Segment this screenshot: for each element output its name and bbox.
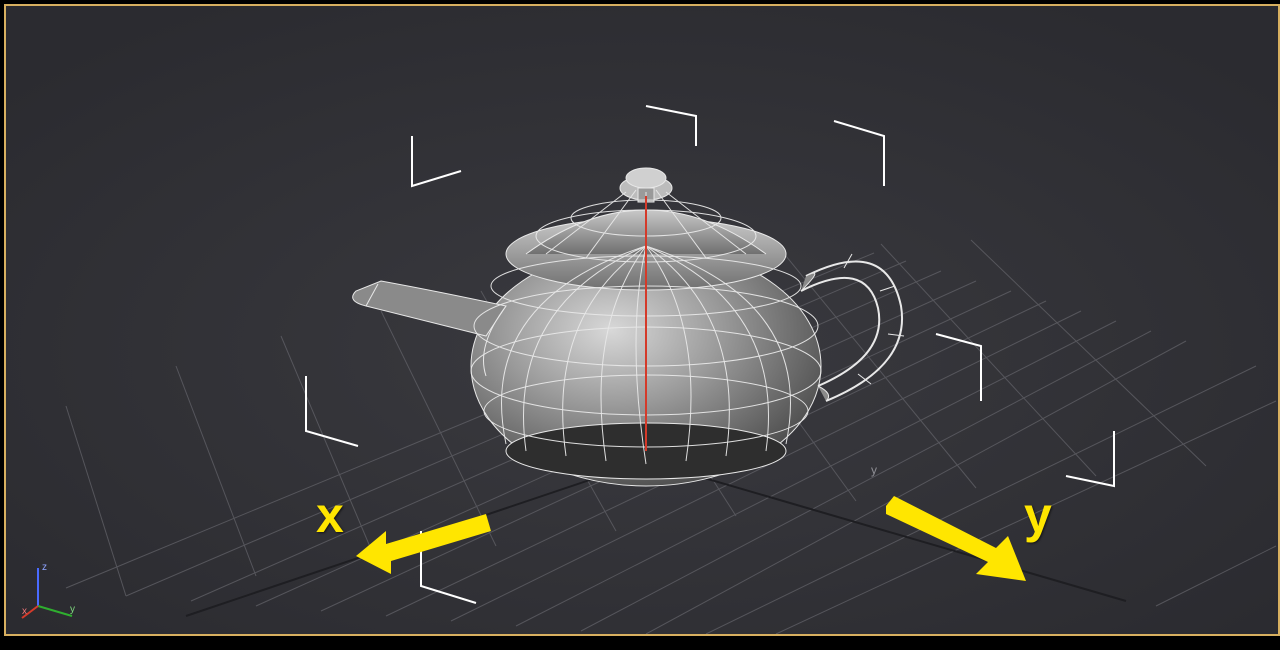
gizmo-z-label: z (42, 562, 47, 573)
viewport-frame: [ + ] [ Perspective ] [ Realistic + Edge… (4, 4, 1280, 636)
axis-gizmo[interactable]: z y x (20, 560, 80, 620)
origin-y-label: y (871, 463, 877, 477)
annotation-y-arrow-icon (876, 496, 1036, 586)
viewport-3d-scene[interactable]: x y z (6, 6, 1278, 634)
gizmo-x-label: x (22, 606, 27, 617)
gizmo-y-label: y (70, 604, 75, 615)
annotation-x-label: x (316, 486, 344, 544)
annotation-x-arrow-icon (356, 496, 506, 576)
